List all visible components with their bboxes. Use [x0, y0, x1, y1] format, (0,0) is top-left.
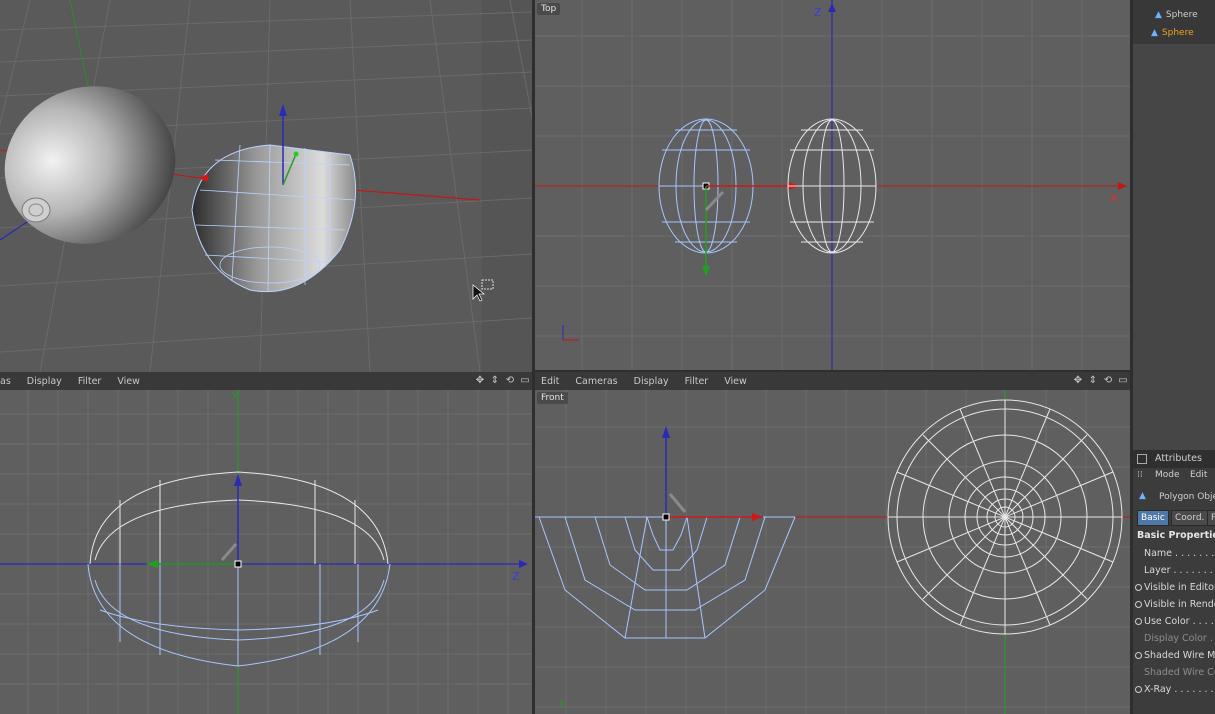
menu-display[interactable]: Display: [634, 376, 669, 387]
attribute-label: Use Color . . . . . .: [1144, 616, 1215, 627]
tab-phong[interactable]: P: [1207, 510, 1215, 526]
attribute-label: Visible in Editor . .: [1144, 582, 1215, 593]
attributes-menu: ⁞⁞ Mode Edit: [1133, 468, 1215, 484]
right-axis-y-label: Y: [232, 392, 238, 402]
attribute-row[interactable]: Use Color . . . . . .: [1135, 616, 1215, 627]
maximize-icon[interactable]: ▭: [1117, 375, 1129, 387]
zoom-icon[interactable]: ⇕: [1087, 375, 1099, 387]
perspective-scene: [0, 0, 532, 372]
tab-basic[interactable]: Basic: [1137, 510, 1169, 526]
attribute-row[interactable]: Shaded Wire Col: [1135, 667, 1215, 678]
tab-coord[interactable]: Coord.: [1171, 510, 1209, 526]
zoom-icon[interactable]: ⇕: [489, 375, 501, 387]
object-label: Sphere: [1161, 28, 1194, 38]
menu-edit[interactable]: Edit: [1190, 470, 1207, 480]
attributes-title: Attributes: [1155, 453, 1202, 464]
animation-dot-icon[interactable]: [1135, 618, 1142, 625]
attributes-icon: [1137, 454, 1147, 464]
attribute-row[interactable]: Display Color . . .: [1135, 633, 1215, 644]
object-item-sphere-selected[interactable]: ▲ Sphere: [1151, 28, 1194, 38]
attribute-label: Shaded Wire Mod: [1144, 650, 1215, 661]
right-viewport-menubar: as Display Filter View ✥ ⇕ ⟲ ▭: [0, 372, 532, 390]
attribute-row[interactable]: Visible in Editor . .: [1135, 582, 1215, 593]
top-viewport-label: Top: [537, 3, 561, 15]
animation-dot-icon[interactable]: [1135, 584, 1142, 591]
right-viewport[interactable]: Y Z: [0, 390, 532, 714]
menu-mode[interactable]: Mode: [1155, 470, 1180, 480]
attribute-label: Name . . . . . . . .: [1144, 548, 1215, 559]
sphere-icon: ▲: [1151, 28, 1158, 38]
object-label: Sphere: [1165, 10, 1198, 20]
animation-dot-icon[interactable]: [1135, 652, 1142, 659]
menu-filter[interactable]: Filter: [78, 376, 102, 387]
front-scene: [535, 390, 1130, 714]
animation-dot-icon[interactable]: [1135, 601, 1142, 608]
animation-dot-icon[interactable]: [1135, 686, 1142, 693]
attribute-label: Visible in Render: [1144, 599, 1215, 610]
attributes-header: Attributes: [1133, 450, 1215, 468]
object-item-sphere-child[interactable]: ▲ Sphere: [1155, 10, 1198, 20]
attribute-row[interactable]: Shaded Wire Mod: [1135, 650, 1215, 661]
cinema4d-window: Top Z X as Display Filter View ✥ ⇕ ⟲ ▭ Y…: [0, 0, 1215, 714]
top-scene: [535, 0, 1130, 370]
front-axis-y-label: Y: [559, 700, 565, 710]
right-axis-z-label: Z: [512, 570, 520, 583]
move-icon[interactable]: ✥: [1072, 375, 1084, 387]
menu-cameras[interactable]: Cameras: [575, 376, 617, 387]
top-viewport[interactable]: Top Z X: [535, 0, 1130, 370]
polygon-object-icon: ▲: [1139, 491, 1146, 501]
object-title-row: ▲ Polygon Objec: [1133, 490, 1215, 506]
attribute-row[interactable]: X-Ray . . . . . . . .: [1135, 684, 1215, 695]
rotate-icon[interactable]: ⟲: [1102, 375, 1114, 387]
attribute-row[interactable]: Name . . . . . . . .: [1135, 548, 1215, 559]
menu-display[interactable]: Display: [27, 376, 62, 387]
attribute-list: Name . . . . . . . . Layer . . . . . . . …: [1133, 548, 1215, 708]
object-name: Polygon Objec: [1159, 492, 1215, 502]
attributes-tabs: Basic Coord. P: [1137, 510, 1215, 526]
top-axis-z-label: Z: [814, 6, 822, 19]
menu-edit[interactable]: Edit: [541, 376, 559, 387]
menu-view[interactable]: View: [724, 376, 747, 387]
attribute-label: Layer . . . . . . . .: [1144, 565, 1215, 576]
move-icon[interactable]: ✥: [474, 375, 486, 387]
attribute-label: Shaded Wire Col: [1144, 667, 1215, 678]
perspective-viewport[interactable]: [0, 0, 532, 372]
attribute-label: X-Ray . . . . . . . .: [1144, 684, 1215, 695]
attribute-row[interactable]: Visible in Render: [1135, 599, 1215, 610]
rotate-icon[interactable]: ⟲: [504, 375, 516, 387]
attribute-row[interactable]: Layer . . . . . . . .: [1135, 565, 1215, 576]
attribute-label: Display Color . . .: [1144, 633, 1215, 644]
sphere-icon: ▲: [1155, 10, 1162, 20]
menu-filter[interactable]: Filter: [685, 376, 709, 387]
menu-cameras[interactable]: as: [0, 376, 11, 387]
front-viewport-label: Front: [537, 392, 568, 404]
front-viewport-menubar: Edit Cameras Display Filter View ✥ ⇕ ⟲ ▭: [535, 372, 1130, 390]
attributes-manager: Attributes ⁞⁞ Mode Edit ▲ Polygon Objec …: [1133, 450, 1215, 714]
front-viewport[interactable]: Front Y: [535, 390, 1130, 714]
section-title: Basic Properties: [1137, 530, 1215, 541]
maximize-icon[interactable]: ▭: [519, 375, 531, 387]
grid-icon: ⁞⁞: [1137, 470, 1143, 480]
top-axis-x-label: X: [1110, 192, 1118, 205]
menu-view[interactable]: View: [117, 376, 140, 387]
object-manager: ▲ Sphere ▲ Sphere: [1133, 0, 1215, 450]
right-scene: [0, 390, 532, 714]
